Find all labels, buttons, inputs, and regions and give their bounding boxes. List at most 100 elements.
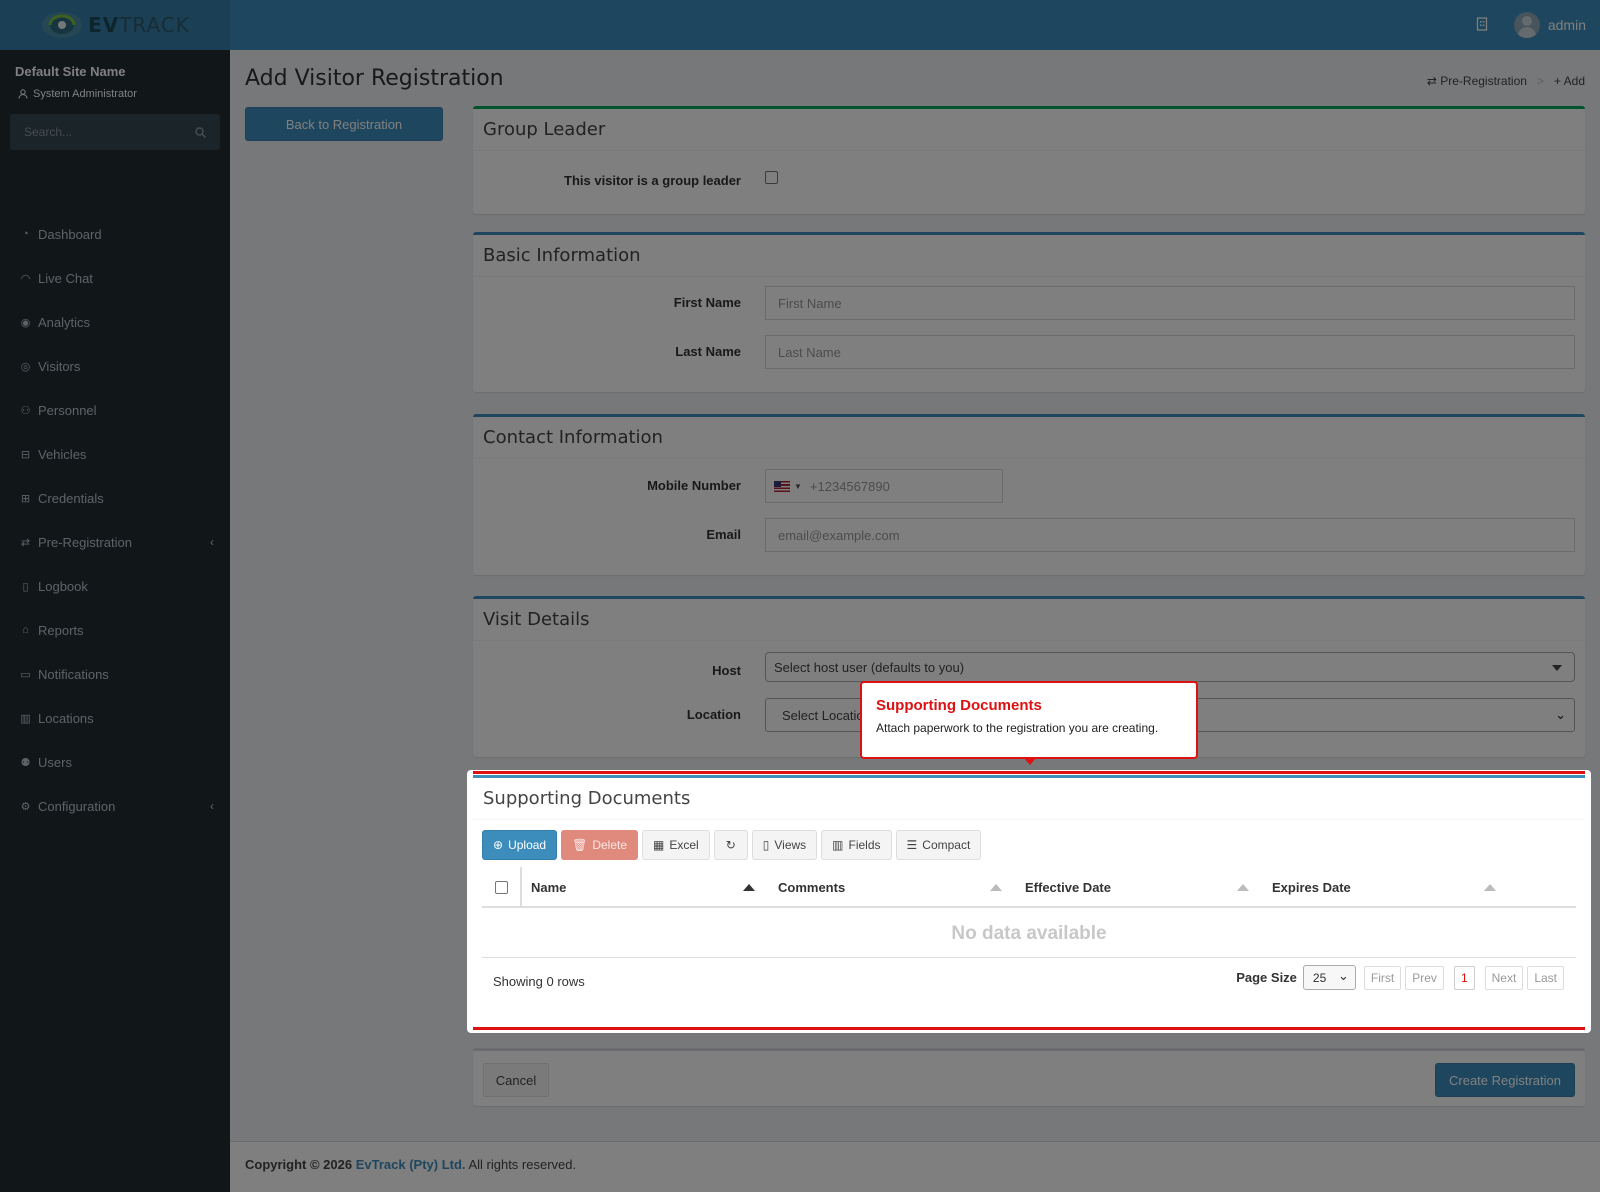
last-page-button[interactable]: Last [1527, 965, 1564, 990]
page-size-select[interactable]: 25 [1302, 965, 1356, 990]
map-icon: ▥ [20, 712, 31, 725]
company-link[interactable]: EvTrack (Pty) Ltd. [356, 1157, 466, 1172]
eye-icon: ◎ [20, 360, 31, 373]
logo-area[interactable]: EVTRACK [0, 0, 230, 50]
arrows-icon: ⇄ [20, 536, 31, 549]
sort-icon [1484, 884, 1496, 891]
compact-button[interactable]: ☰ Compact [895, 830, 982, 860]
first-page-button[interactable]: First [1363, 965, 1402, 990]
refresh-icon: ↻ [725, 838, 736, 852]
row-count: Showing 0 rows [493, 974, 585, 989]
sidebar-item-personnel[interactable]: ⚇ Personnel [0, 388, 230, 432]
group-leader-title: Group Leader [473, 109, 1585, 151]
upload-button[interactable]: ⊕ Upload [482, 830, 558, 860]
next-page-button[interactable]: Next [1484, 965, 1524, 990]
caret-down-icon[interactable]: ▼ [794, 482, 802, 491]
sidebar: Default Site Name System Administrator S… [0, 50, 230, 1192]
delete-button[interactable]: 🗑 Delete [561, 830, 639, 860]
book-icon: ▯ [22, 580, 29, 593]
logo-text: EVTRACK [88, 13, 190, 37]
last-name-field[interactable]: Last Name [765, 335, 1575, 369]
breadcrumb-add: + Add [1553, 74, 1585, 88]
group-leader-label: This visitor is a group leader [564, 173, 741, 188]
current-page-button[interactable]: 1 [1453, 965, 1475, 990]
sidebar-item-reports[interactable]: ⌂ Reports [0, 608, 230, 652]
sidebar-item-users[interactable]: ⚉ Users [0, 740, 230, 784]
tooltip-body: Attach paperwork to the registration you… [876, 721, 1159, 735]
plus-icon: + [1553, 74, 1561, 88]
sidebar-item-analytics[interactable]: ◉ Analytics [0, 300, 230, 344]
logo-mark-icon [42, 12, 83, 38]
building-icon[interactable] [1476, 16, 1488, 34]
breadcrumb: ⇄ Pre-Registration > + Add [1427, 74, 1585, 88]
host-label: Host [712, 663, 741, 678]
email-field[interactable]: email@example.com [765, 518, 1575, 552]
user-name: admin [1547, 17, 1586, 33]
sidebar-item-configuration[interactable]: ⚙ Configuration ‹ [0, 784, 230, 828]
sidebar-item-live-chat[interactable]: ◠ Live Chat [0, 256, 230, 300]
analytics-icon: ◉ [20, 316, 31, 329]
refresh-button[interactable]: ↻ [713, 830, 748, 860]
first-name-field[interactable]: First Name [765, 286, 1575, 320]
fields-button[interactable]: ▥ Fields [821, 830, 892, 860]
sidebar-item-notifications[interactable]: ▭ Notifications [0, 652, 230, 696]
mobile-number-field[interactable]: ▼ +1234567890 [765, 469, 1003, 503]
top-navbar: EVTRACK admin [0, 0, 1600, 50]
host-select[interactable]: Select host user (defaults to you) [765, 652, 1575, 682]
email-label: Email [706, 527, 741, 542]
pagination: Page Size 25 First Prev 1 Next Last [1236, 965, 1564, 990]
contact-information-title: Contact Information [473, 417, 1585, 459]
sidebar-item-vehicles[interactable]: ⊟ Vehicles [0, 432, 230, 476]
empty-table-message: No data available [482, 910, 1576, 958]
first-name-label: First Name [673, 295, 741, 310]
site-name: Default Site Name [15, 64, 126, 79]
main-footer: Copyright © 2026 EvTrack (Pty) Ltd. All … [230, 1141, 1600, 1192]
table-icon: ▦ [653, 838, 665, 852]
gear-icon: ⚙ [20, 800, 31, 813]
highlight-border-top [473, 771, 1585, 774]
file-plus-icon: ⊕ [493, 838, 504, 852]
sidebar-item-dashboard[interactable]: ◔ Dashboard [0, 212, 230, 256]
sidebar-item-logbook[interactable]: ▯ Logbook [0, 564, 230, 608]
page-size-label: Page Size [1236, 970, 1297, 985]
page-title: Add Visitor Registration [245, 66, 504, 91]
tour-tooltip: Supporting Documents Attach paperwork to… [860, 681, 1198, 765]
breadcrumb-separator: > [1536, 74, 1544, 88]
sidebar-search-input[interactable]: Search... [10, 114, 220, 150]
us-flag-icon[interactable] [774, 480, 790, 492]
search-icon[interactable] [195, 126, 206, 138]
user-menu[interactable]: admin [1513, 12, 1586, 38]
person-icon: ⚇ [20, 404, 31, 417]
cancel-button[interactable]: Cancel [483, 1063, 549, 1097]
mobile-number-label: Mobile Number [647, 478, 741, 493]
sidebar-item-locations[interactable]: ▥ Locations [0, 696, 230, 740]
breadcrumb-pre-registration[interactable]: ⇄ Pre-Registration [1427, 74, 1527, 88]
sidebar-item-credentials[interactable]: ⊞ Credentials [0, 476, 230, 520]
caret-down-icon [1552, 665, 1562, 671]
sidebar-item-visitors[interactable]: ◎ Visitors [0, 344, 230, 388]
column-name[interactable]: Name [522, 867, 769, 907]
chevron-left-icon: ‹ [210, 535, 214, 549]
chevron-down-icon: ⌄ [1555, 707, 1566, 722]
sort-asc-icon [743, 884, 755, 891]
visit-details-title: Visit Details [473, 599, 1585, 641]
last-name-label: Last Name [675, 344, 741, 359]
sidebar-item-pre-registration[interactable]: ⇄ Pre-Registration ‹ [0, 520, 230, 564]
column-comments[interactable]: Comments [769, 867, 1016, 907]
dashboard-icon: ◔ [22, 228, 29, 240]
back-to-registration-button[interactable]: Back to Registration [245, 107, 443, 141]
group-leader-box: Group Leader This visitor is a group lea… [473, 106, 1585, 214]
views-button[interactable]: ▯ Views [751, 830, 818, 860]
create-registration-button[interactable]: Create Registration [1435, 1063, 1575, 1097]
excel-button[interactable]: ▦ Excel [642, 830, 710, 860]
prev-page-button[interactable]: Prev [1405, 965, 1444, 990]
columns-icon: ▥ [832, 838, 844, 852]
column-expires-date[interactable]: Expires Date [1263, 867, 1510, 907]
basic-information-title: Basic Information [473, 235, 1585, 277]
group-leader-checkbox[interactable] [765, 171, 778, 184]
message-icon: ▭ [20, 668, 31, 681]
column-effective-date[interactable]: Effective Date [1016, 867, 1263, 907]
bookmark-icon: ▯ [762, 838, 770, 852]
select-all-checkbox[interactable] [482, 867, 522, 907]
sort-icon [990, 884, 1002, 891]
